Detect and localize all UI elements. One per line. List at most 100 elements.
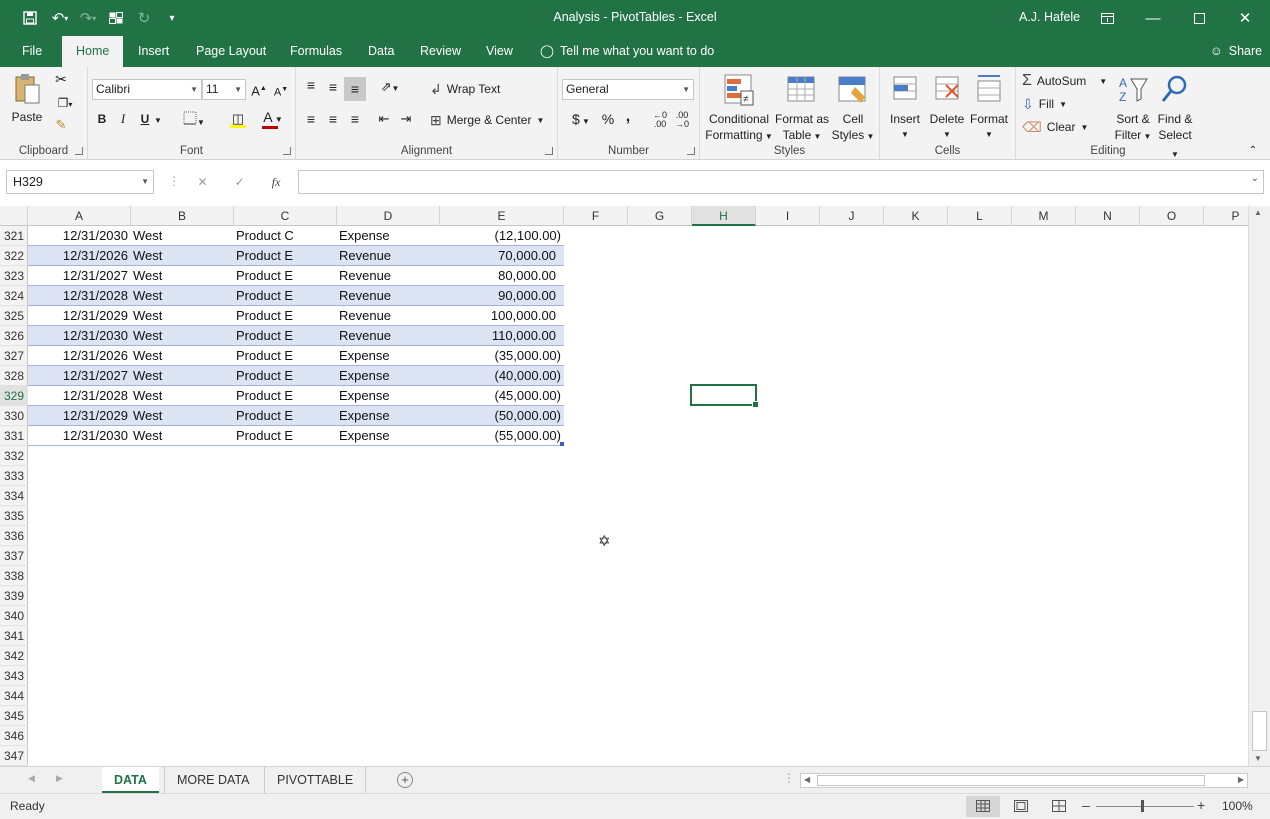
row-header[interactable]: 342	[0, 646, 28, 666]
cell-type[interactable]: Revenue	[339, 306, 435, 326]
cell-product[interactable]: Product E	[236, 286, 332, 306]
merge-center-button[interactable]: ⊞ Merge & Center ▼	[430, 109, 544, 131]
zoom-slider[interactable]	[1096, 806, 1194, 807]
cell-date[interactable]: 12/31/2028	[32, 286, 128, 306]
page-break-view-icon[interactable]	[1052, 800, 1066, 815]
cell-type[interactable]: Revenue	[339, 266, 435, 286]
zoom-slider-thumb[interactable]	[1141, 800, 1144, 812]
cell-amount[interactable]: (40,000.00)	[442, 366, 562, 386]
cell-type[interactable]: Revenue	[339, 246, 435, 266]
cell-type[interactable]: Expense	[339, 366, 435, 386]
font-color-icon[interactable]: A ▼	[258, 109, 288, 129]
row-header[interactable]: 321	[0, 226, 28, 246]
cell-date[interactable]: 12/31/2028	[32, 386, 128, 406]
row-header[interactable]: 333	[0, 466, 28, 486]
align-middle-icon[interactable]: ≡	[324, 79, 342, 95]
clipboard-launcher-icon[interactable]	[75, 147, 83, 155]
tab-file[interactable]: File	[12, 36, 52, 67]
fill-button[interactable]: ⇩ Fill ▼	[1022, 93, 1067, 115]
column-header[interactable]: I	[756, 206, 820, 226]
zoom-level[interactable]: 100%	[1222, 799, 1253, 813]
customize-qat-icon[interactable]: ▾	[158, 0, 186, 36]
normal-view-icon[interactable]	[966, 796, 1000, 817]
sheet-tab-more-data[interactable]: MORE DATA	[164, 767, 261, 793]
collapse-ribbon-icon[interactable]: ⌃	[1246, 143, 1260, 159]
row-header[interactable]: 336	[0, 526, 28, 546]
cell-date[interactable]: 12/31/2027	[32, 266, 128, 286]
cell-amount[interactable]: 110,000.00	[442, 326, 556, 346]
cell-styles-button[interactable]: Cell Styles ▼	[830, 73, 876, 145]
row-header[interactable]: 341	[0, 626, 28, 646]
tab-data[interactable]: Data	[358, 36, 404, 67]
cell-region[interactable]: West	[133, 286, 229, 306]
tab-insert[interactable]: Insert	[128, 36, 179, 67]
decrease-decimal-icon[interactable]: .00 →0	[672, 111, 692, 129]
align-left-icon[interactable]: ≡	[302, 111, 320, 127]
row-header[interactable]: 345	[0, 706, 28, 726]
ribbon-display-icon[interactable]	[1084, 0, 1130, 36]
column-header[interactable]: L	[948, 206, 1012, 226]
orientation-icon[interactable]: ⇗▼	[376, 79, 404, 97]
increase-decimal-icon[interactable]: ←0.00	[650, 111, 670, 129]
undo-icon[interactable]: ↶ ▾	[46, 0, 74, 36]
cell-product[interactable]: Product E	[236, 386, 332, 406]
tab-view[interactable]: View	[476, 36, 523, 67]
row-header[interactable]: 330	[0, 406, 28, 426]
column-header[interactable]: P	[1204, 206, 1248, 226]
row-header[interactable]: 323	[0, 266, 28, 286]
cell-region[interactable]: West	[133, 346, 229, 366]
cell-date[interactable]: 12/31/2027	[32, 366, 128, 386]
cell-type[interactable]: Expense	[339, 426, 435, 446]
percent-button[interactable]: %	[600, 111, 616, 127]
cell-type[interactable]: Revenue	[339, 326, 435, 346]
font-size-select[interactable]: 11 ▼	[202, 79, 246, 100]
next-sheet-icon[interactable]: ▶	[56, 773, 63, 784]
column-header[interactable]: K	[884, 206, 948, 226]
row-header[interactable]: 344	[0, 686, 28, 706]
row-header[interactable]: 343	[0, 666, 28, 686]
cell-region[interactable]: West	[133, 306, 229, 326]
cell-product[interactable]: Product E	[236, 246, 332, 266]
cell-area[interactable]: 12/31/2030 West Product C Expense (12,10…	[28, 226, 1248, 766]
cell-amount[interactable]: (35,000.00)	[442, 346, 562, 366]
format-painter-icon[interactable]: ✎	[52, 117, 70, 137]
cell-amount[interactable]: 100,000.00	[442, 306, 556, 326]
sort-filter-button[interactable]: AZ Sort & Filter ▼	[1114, 73, 1152, 145]
cell-date[interactable]: 12/31/2030	[32, 426, 128, 446]
column-header[interactable]: M	[1012, 206, 1076, 226]
minimize-icon[interactable]: —	[1130, 0, 1176, 36]
cell-product[interactable]: Product E	[236, 406, 332, 426]
column-header[interactable]: A	[28, 206, 131, 226]
vertical-scroll-thumb[interactable]	[1252, 711, 1267, 751]
cell-date[interactable]: 12/31/2030	[32, 326, 128, 346]
cell-amount[interactable]: (55,000.00)	[442, 426, 562, 446]
column-header[interactable]: D	[337, 206, 440, 226]
cell-region[interactable]: West	[133, 326, 229, 346]
sheet-tab-data[interactable]: DATA	[102, 767, 159, 793]
chevron-down-icon[interactable]: ▼	[154, 113, 162, 129]
redo-icon[interactable]: ↷ ▾	[74, 0, 102, 36]
row-header[interactable]: 335	[0, 506, 28, 526]
cell-product[interactable]: Product E	[236, 366, 332, 386]
tab-home[interactable]: Home	[62, 36, 124, 67]
bold-button[interactable]: B	[94, 111, 110, 127]
sheet-tab-pivottable[interactable]: PIVOTTABLE	[264, 767, 367, 793]
column-header[interactable]: F	[564, 206, 628, 226]
close-icon[interactable]: ✕	[1222, 0, 1268, 36]
decrease-indent-icon[interactable]: ⇤	[374, 111, 394, 127]
column-header[interactable]: J	[820, 206, 884, 226]
scroll-left-icon[interactable]: ◀	[804, 775, 810, 784]
column-header[interactable]: C	[234, 206, 337, 226]
cell-type[interactable]: Expense	[339, 346, 435, 366]
cell-type[interactable]: Expense	[339, 406, 435, 426]
cell-date[interactable]: 12/31/2026	[32, 246, 128, 266]
cell-amount[interactable]: (50,000.00)	[442, 406, 562, 426]
form-icon[interactable]	[102, 0, 130, 36]
prev-sheet-icon[interactable]: ◀	[28, 773, 35, 784]
cell-product[interactable]: Product E	[236, 346, 332, 366]
split-handle-icon[interactable]: ⋮	[783, 771, 795, 785]
align-bottom-icon[interactable]: ≡	[344, 77, 366, 101]
cell-amount[interactable]: 70,000.00	[442, 246, 556, 266]
alignment-launcher-icon[interactable]	[545, 147, 553, 155]
cell-region[interactable]: West	[133, 226, 229, 246]
